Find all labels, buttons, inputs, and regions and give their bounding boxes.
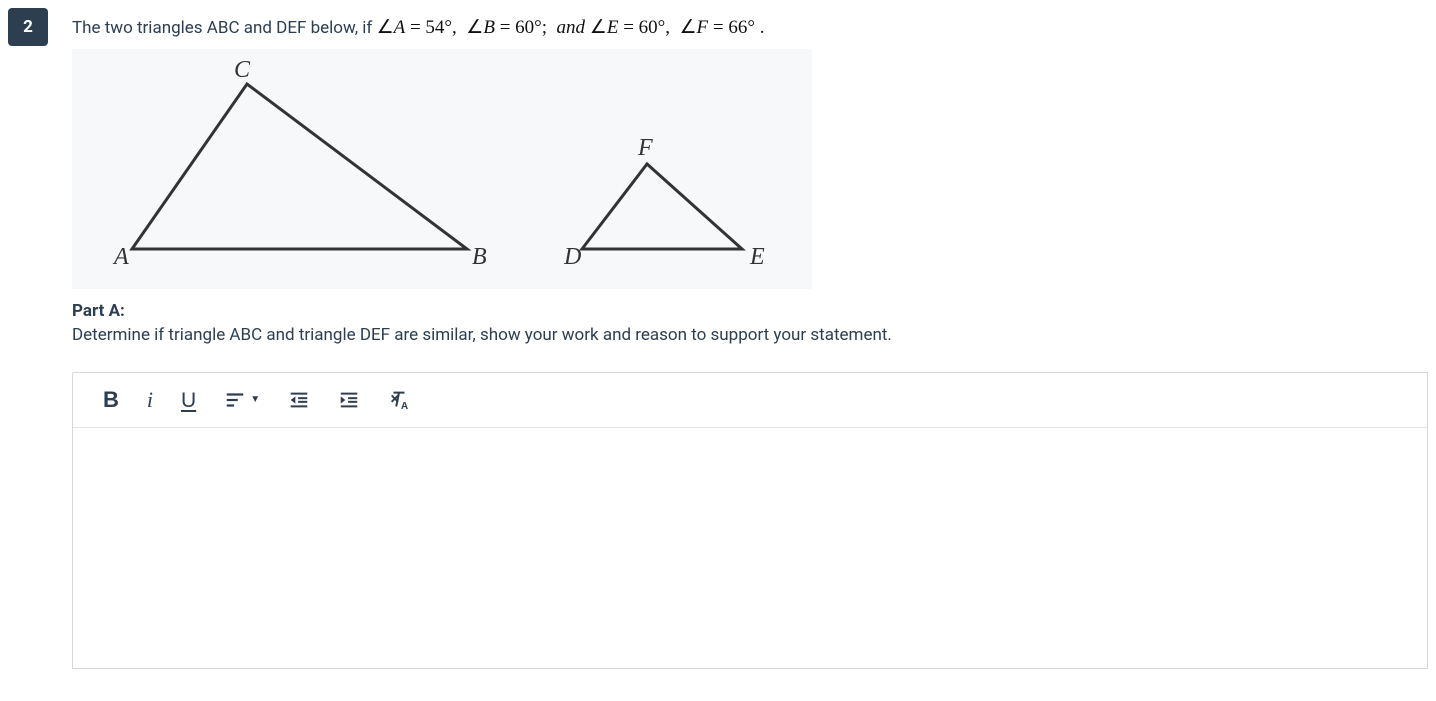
indent-increase-button[interactable]	[338, 387, 360, 413]
label-b: B	[472, 244, 487, 270]
label-f: F	[637, 135, 653, 161]
svg-text:A: A	[401, 401, 409, 411]
question-body: The two triangles ABC and DEF below, if …	[72, 8, 1436, 669]
triangle-abc	[132, 84, 467, 249]
indent-decrease-icon	[288, 389, 310, 411]
question-row: 2 The two triangles ABC and DEF below, i…	[8, 8, 1436, 669]
question-text: The two triangles ABC and DEF below, if …	[72, 14, 1428, 43]
clear-format-button[interactable]: A	[388, 387, 410, 413]
label-c: C	[234, 57, 251, 83]
align-button[interactable]: ▼	[224, 387, 260, 413]
triangle-def	[582, 164, 742, 249]
question-number: 2	[23, 17, 33, 37]
rich-text-editor: B i U ▼	[72, 372, 1428, 669]
part-a-label: Part A:	[72, 301, 1428, 321]
bold-icon: B	[103, 389, 119, 411]
triangles-svg: A B C D E F	[72, 49, 812, 289]
italic-icon: i	[147, 389, 153, 411]
part-a-text: Determine if triangle ABC and triangle D…	[72, 323, 1428, 349]
question-prefix: The two triangles ABC and DEF below, if	[72, 18, 377, 38]
editor-toolbar: B i U ▼	[73, 373, 1427, 428]
clear-format-icon: A	[388, 389, 410, 411]
indent-decrease-button[interactable]	[288, 387, 310, 413]
label-d: D	[563, 244, 581, 270]
editor-textarea[interactable]	[73, 428, 1427, 668]
align-left-icon	[224, 389, 246, 411]
underline-button[interactable]: U	[181, 387, 196, 413]
question-math: ∠A = 54°, ∠B = 60°; and ∠E = 60°, ∠F = 6…	[377, 17, 765, 38]
italic-button[interactable]: i	[147, 387, 153, 413]
indent-increase-icon	[338, 389, 360, 411]
underline-icon: U	[181, 390, 196, 411]
bold-button[interactable]: B	[103, 387, 119, 413]
chevron-down-icon: ▼	[250, 395, 260, 405]
triangles-figure: A B C D E F	[72, 49, 812, 289]
label-e: E	[749, 244, 765, 270]
question-number-badge: 2	[8, 8, 48, 46]
label-a: A	[112, 244, 129, 270]
